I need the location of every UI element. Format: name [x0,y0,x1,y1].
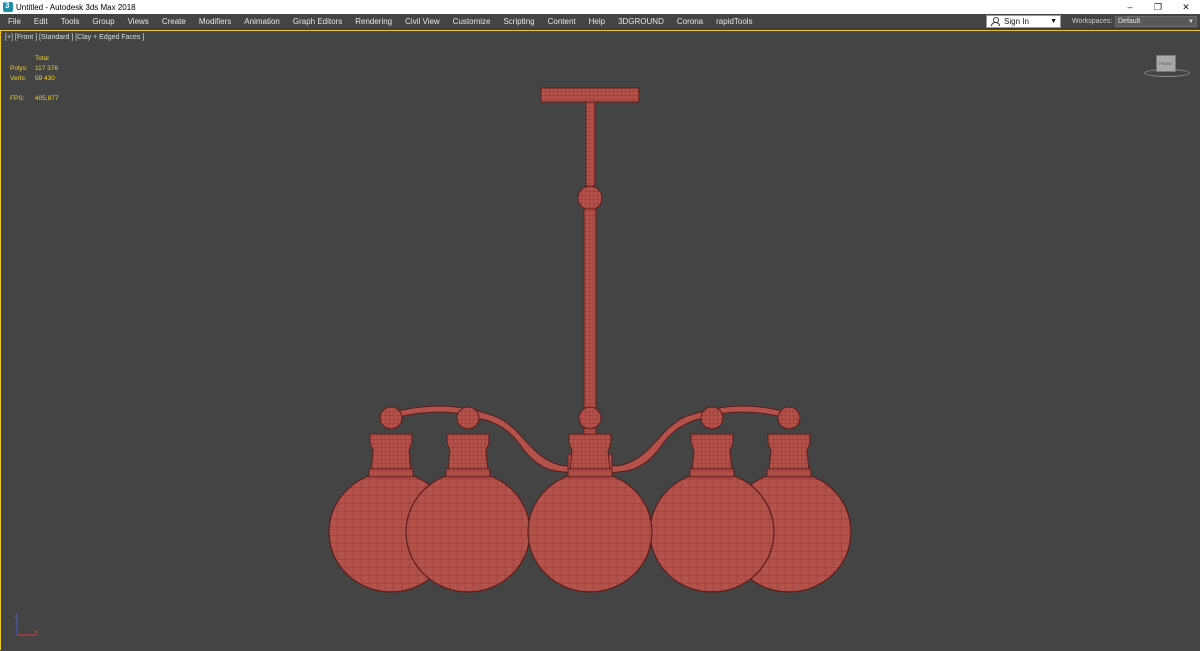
shade-left-front-globe [405,471,531,593]
viewcube-face[interactable]: FRONT [1156,55,1176,72]
shade-right-front-finial [700,406,724,430]
viewcube-icon[interactable]: FRONT [1144,53,1190,79]
shade-left-front-socket [446,433,490,472]
dropdown-arrow-icon: ▼ [1188,18,1194,25]
upper-rod [585,101,596,187]
menu-content[interactable]: Content [540,14,581,29]
menu-tools[interactable]: Tools [53,14,85,29]
title-bar: Untitled - Autodesk 3ds Max 2018 – ❐ ✕ [0,0,1200,14]
shade-center-finial [578,406,602,430]
workspaces-label: Workspaces: [1072,18,1113,25]
fps-label: FPS: [10,95,25,102]
shade-right-front-neck [689,468,735,478]
restore-button[interactable]: ❐ [1144,0,1172,14]
workspace-select[interactable]: Default ▼ [1115,16,1197,27]
menu-corona[interactable]: Corona [669,14,708,29]
shade-left-front-finial [456,406,480,430]
menu-civil-view[interactable]: Civil View [397,14,445,29]
menu-rendering[interactable]: Rendering [347,14,397,29]
dropdown-arrow-icon: ▼ [1050,18,1057,25]
lower-rod [583,208,597,438]
menu-rapidtools[interactable]: rapidTools [708,14,757,29]
shade-right-back-finial [777,406,801,430]
window-controls: – ❐ ✕ [1116,0,1200,14]
ceiling-canopy [540,87,640,103]
menu-graph-editors[interactable]: Graph Editors [285,14,347,29]
axis-tripod-icon: z x [15,613,38,636]
sign-in-dropdown[interactable]: Sign In ▼ [986,15,1061,28]
minimize-button[interactable]: – [1116,0,1144,14]
menu-bar: File Edit Tools Group Views Create Modifiers An… [0,14,1200,29]
window-title: Untitled - Autodesk 3ds Max 2018 [16,2,136,12]
menu-3dground[interactable]: 3DGROUND [610,14,669,29]
close-button[interactable]: ✕ [1172,0,1200,14]
verts-value: 59 430 [35,75,55,82]
polys-label: Polys: [10,65,28,72]
workspace-value: Default [1118,18,1141,25]
menu-items: File Edit Tools Group Views Create Modifiers An… [0,14,758,29]
menu-help[interactable]: Help [581,14,610,29]
front-viewport[interactable]: [+] [Front ] [Standard ] [Clay + Edged F… [0,30,1200,650]
stats-header: Total [35,55,49,62]
verts-label: Verts: [10,75,27,82]
menu-views[interactable]: Views [120,14,154,29]
shade-center-neck [567,468,613,478]
shade-center-socket [568,433,612,472]
chandelier-model[interactable] [1,31,1200,651]
shade-left-front-neck [445,468,491,478]
svg-text:x: x [35,629,38,635]
menu-file[interactable]: File [0,14,26,29]
shade-right-front-globe [649,471,775,593]
statistics-overlay: Total Polys: 117 376 Verts: 59 430 FPS: 405… [10,54,59,104]
menu-create[interactable]: Create [154,14,191,29]
shade-right-front-socket [690,433,734,472]
shade-left-back-finial [379,406,403,430]
fps-value: 405,877 [35,95,59,102]
sign-in-label: Sign In [1004,17,1029,26]
menu-scripting[interactable]: Scripting [495,14,539,29]
shade-left-back-socket [369,433,413,472]
svg-text:z: z [15,613,18,619]
shade-left-back-neck [368,468,414,478]
menu-animation[interactable]: Animation [236,14,285,29]
app-logo-icon[interactable] [3,1,13,12]
rod-knob [577,185,603,211]
menu-modifiers[interactable]: Modifiers [191,14,236,29]
menu-customize[interactable]: Customize [445,14,496,29]
shade-right-back-neck [766,468,812,478]
menu-edit[interactable]: Edit [26,14,53,29]
menu-group[interactable]: Group [84,14,119,29]
shade-center-globe [527,471,653,593]
user-icon [991,17,1000,26]
polys-value: 117 376 [35,65,59,72]
shade-right-back-socket [767,433,811,472]
viewport-label-menu[interactable]: [+] [Front ] [Standard ] [Clay + Edged F… [5,34,144,41]
